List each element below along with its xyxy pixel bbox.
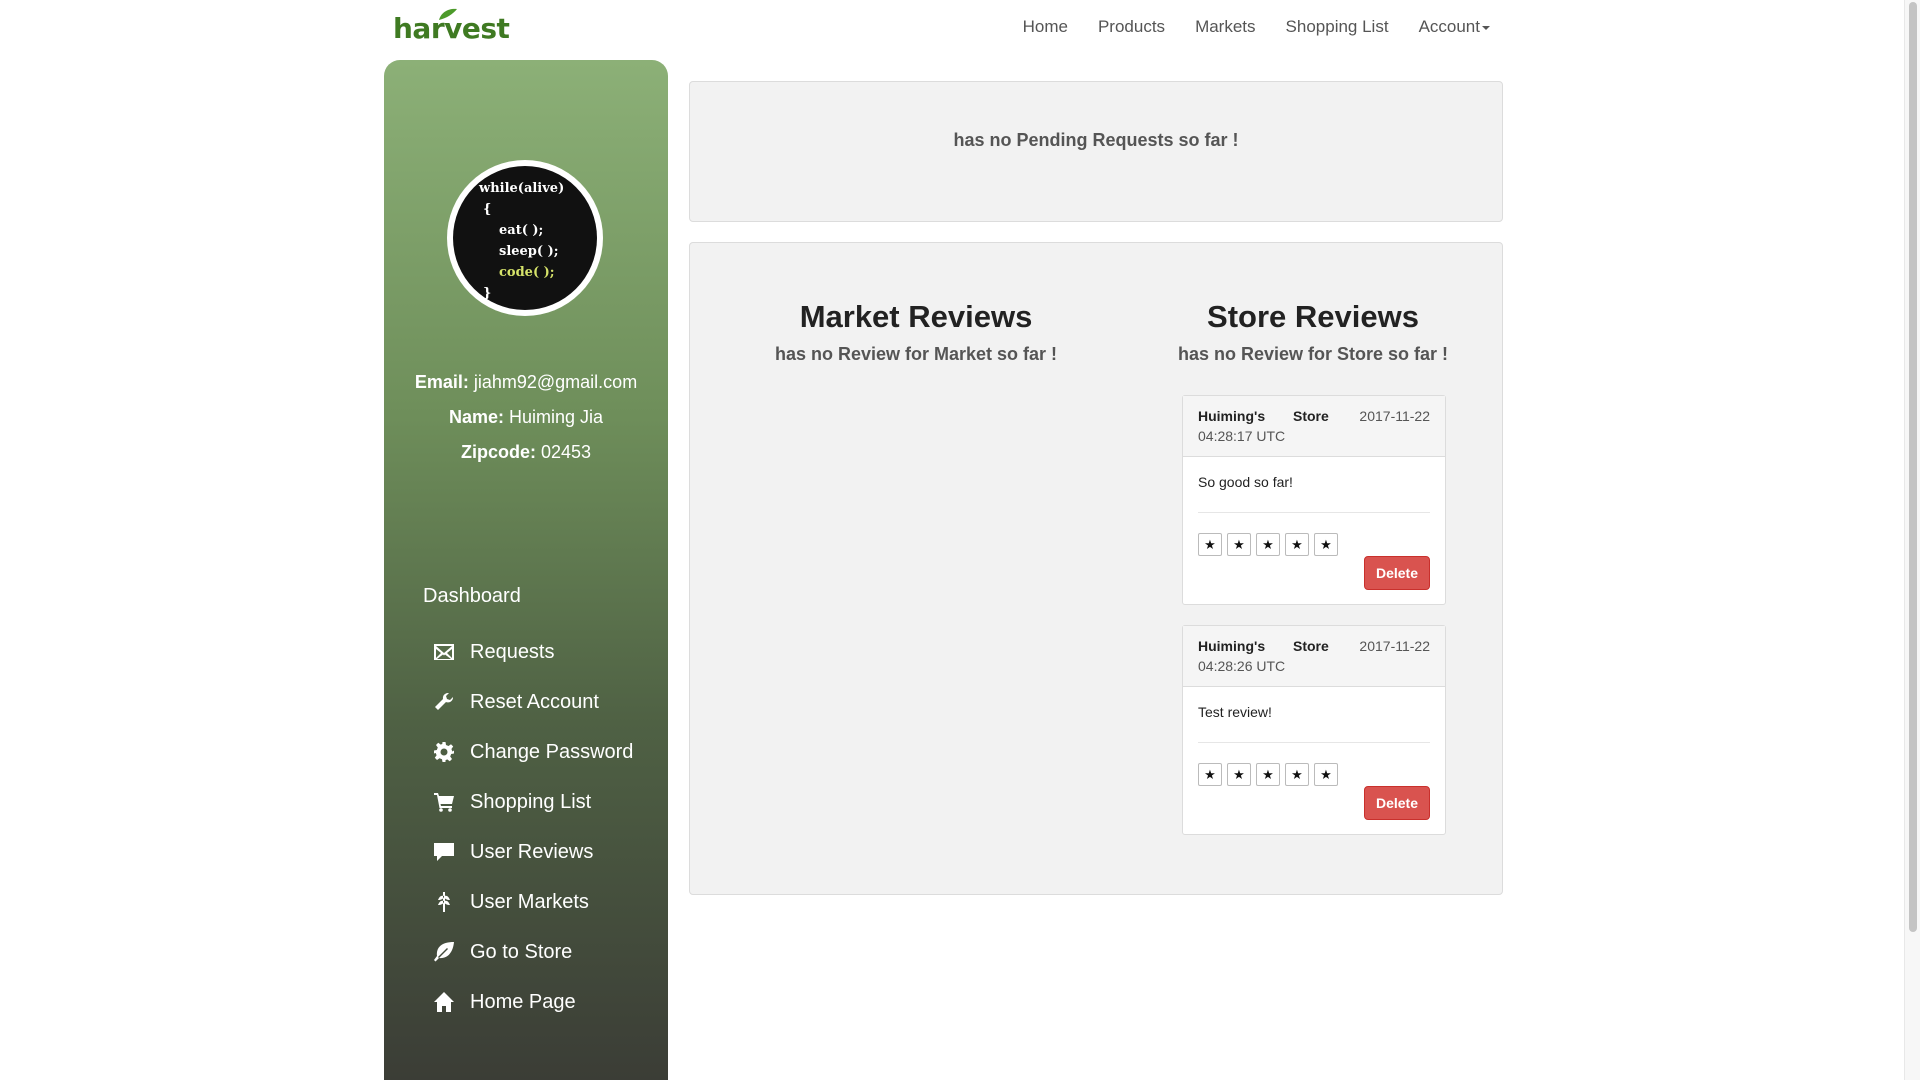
sidebar-item-go-to-store[interactable]: Go to Store bbox=[432, 927, 662, 977]
star-icon: ★ bbox=[1285, 533, 1309, 556]
divider bbox=[1198, 512, 1430, 513]
avatar-code-line: { bbox=[483, 202, 492, 217]
nav-account-label: Account bbox=[1418, 17, 1480, 36]
reviews-panel: Market Reviews has no Review for Market … bbox=[689, 242, 1503, 895]
review-text: So good so far! bbox=[1198, 474, 1293, 490]
store-reviews-empty: has no Review for Store so far ! bbox=[1177, 344, 1449, 364]
star-icon: ★ bbox=[1285, 763, 1309, 786]
sidebar: while(alive) { eat( ); sleep( ); code( )… bbox=[384, 60, 668, 1080]
sidebar-item-label: User Reviews bbox=[470, 840, 594, 863]
sidebar-item-user-reviews[interactable]: User Reviews bbox=[432, 827, 662, 877]
grain-icon bbox=[432, 890, 456, 914]
profile-zipcode: Zipcode: 02453 bbox=[384, 435, 668, 470]
avatar: while(alive) { eat( ); sleep( ); code( )… bbox=[447, 160, 603, 316]
comment-icon bbox=[432, 840, 456, 864]
star-icon: ★ bbox=[1227, 763, 1251, 786]
nav-account-dropdown[interactable]: Account bbox=[1404, 17, 1505, 37]
top-navbar: harvest Home Products Markets Shopping L… bbox=[0, 0, 1905, 56]
review-date: 2017-11-22 bbox=[1359, 638, 1430, 654]
review-time: 04:28:17 UTC bbox=[1198, 428, 1286, 444]
market-reviews-empty: has no Review for Market so far ! bbox=[774, 344, 1058, 364]
sidebar-item-change-password[interactable]: Change Password bbox=[432, 727, 662, 777]
pending-requests-message: has no Pending Requests so far ! bbox=[953, 130, 1239, 150]
delete-review-button[interactable]: Delete bbox=[1364, 786, 1430, 820]
name-value: Huiming Jia bbox=[509, 407, 604, 427]
store-reviews-title: Store Reviews bbox=[1207, 299, 1419, 334]
sidebar-item-label: Home Page bbox=[470, 990, 576, 1013]
review-store: Store bbox=[1293, 638, 1329, 654]
star-rating: ★ ★ ★ ★ ★ bbox=[1198, 533, 1338, 556]
avatar-image: while(alive) { eat( ); sleep( ); code( )… bbox=[453, 166, 597, 310]
review-card-header: Huiming's Store 2017-11-22 04:28:17 UTC bbox=[1183, 396, 1445, 457]
pending-requests-panel: has no Pending Requests so far ! bbox=[689, 81, 1503, 222]
harvest-logo[interactable]: harvest bbox=[393, 8, 510, 45]
sidebar-item-label: Reset Account bbox=[470, 690, 599, 713]
market-reviews-title: Market Reviews bbox=[799, 299, 1033, 334]
star-icon: ★ bbox=[1256, 533, 1280, 556]
review-author: Huiming's bbox=[1198, 408, 1266, 424]
avatar-code-line: while(alive) bbox=[479, 181, 565, 196]
zipcode-value: 02453 bbox=[540, 442, 592, 462]
review-card-body: So good so far! ★ ★ ★ ★ ★ Delete bbox=[1183, 457, 1445, 604]
review-card-body: Test review! ★ ★ ★ ★ ★ Delete bbox=[1183, 687, 1445, 834]
star-icon: ★ bbox=[1227, 533, 1251, 556]
home-icon bbox=[432, 990, 456, 1014]
nav-home[interactable]: Home bbox=[1008, 17, 1083, 37]
sidebar-item-home-page[interactable]: Home Page bbox=[432, 977, 662, 1027]
star-rating: ★ ★ ★ ★ ★ bbox=[1198, 763, 1338, 786]
sidebar-item-label: Change Password bbox=[470, 740, 634, 763]
delete-review-button[interactable]: Delete bbox=[1364, 556, 1430, 590]
review-author: Huiming's bbox=[1198, 638, 1266, 654]
review-card-header: Huiming's Store 2017-11-22 04:28:26 UTC bbox=[1183, 626, 1445, 687]
profile-name: Name: Huiming Jia bbox=[384, 400, 668, 435]
dashboard-menu: Requests Reset Account Change Password S… bbox=[432, 627, 662, 1027]
gear-icon bbox=[432, 740, 456, 764]
nav-shopping-list[interactable]: Shopping List bbox=[1271, 17, 1404, 37]
review-card: Huiming's Store 2017-11-22 04:28:17 UTC … bbox=[1182, 395, 1446, 605]
review-time: 04:28:26 UTC bbox=[1198, 658, 1286, 674]
leaf-logo-icon bbox=[439, 8, 457, 20]
sidebar-item-reset-account[interactable]: Reset Account bbox=[432, 677, 662, 727]
sidebar-item-shopping-list[interactable]: Shopping List bbox=[432, 777, 662, 827]
divider bbox=[1198, 742, 1430, 743]
avatar-code-line: } bbox=[483, 286, 492, 301]
star-icon: ★ bbox=[1198, 533, 1222, 556]
wrench-icon bbox=[432, 690, 456, 714]
profile-email: Email: jiahm92@gmail.com bbox=[384, 365, 668, 400]
review-card: Huiming's Store 2017-11-22 04:28:26 UTC … bbox=[1182, 625, 1446, 835]
sidebar-item-user-markets[interactable]: User Markets bbox=[432, 877, 662, 927]
leaf-icon bbox=[432, 940, 456, 964]
vertical-scrollbar[interactable] bbox=[1904, 0, 1920, 1080]
nav-markets[interactable]: Markets bbox=[1180, 17, 1270, 37]
dashboard-title: Dashboard bbox=[423, 585, 521, 607]
nav-links: Home Products Markets Shopping List Acco… bbox=[1008, 17, 1505, 37]
star-icon: ★ bbox=[1198, 763, 1222, 786]
zipcode-label: Zipcode: bbox=[460, 442, 536, 462]
nav-products[interactable]: Products bbox=[1083, 17, 1180, 37]
email-value: jiahm92@gmail.com bbox=[473, 372, 638, 392]
sidebar-item-label: User Markets bbox=[470, 890, 589, 913]
cart-icon bbox=[432, 790, 456, 814]
envelope-icon bbox=[432, 640, 456, 664]
star-icon: ★ bbox=[1314, 533, 1338, 556]
review-store: Store bbox=[1293, 408, 1329, 424]
email-label: Email: bbox=[414, 372, 469, 392]
sidebar-item-label: Shopping List bbox=[470, 790, 592, 813]
sidebar-item-requests[interactable]: Requests bbox=[432, 627, 662, 677]
sidebar-item-label: Go to Store bbox=[470, 940, 573, 963]
name-label: Name: bbox=[448, 407, 504, 427]
review-text: Test review! bbox=[1198, 704, 1272, 720]
star-icon: ★ bbox=[1314, 763, 1338, 786]
avatar-code-line: eat( ); bbox=[499, 223, 544, 238]
profile-info: Email: jiahm92@gmail.com Name: Huiming J… bbox=[384, 365, 668, 470]
avatar-code-line: sleep( ); bbox=[499, 244, 559, 259]
scrollbar-thumb[interactable] bbox=[1909, 2, 1917, 932]
caret-down-icon bbox=[1482, 25, 1490, 30]
avatar-code-line: code( ); bbox=[499, 265, 555, 280]
star-icon: ★ bbox=[1256, 763, 1280, 786]
review-date: 2017-11-22 bbox=[1359, 408, 1430, 424]
sidebar-item-label: Requests bbox=[470, 640, 555, 663]
